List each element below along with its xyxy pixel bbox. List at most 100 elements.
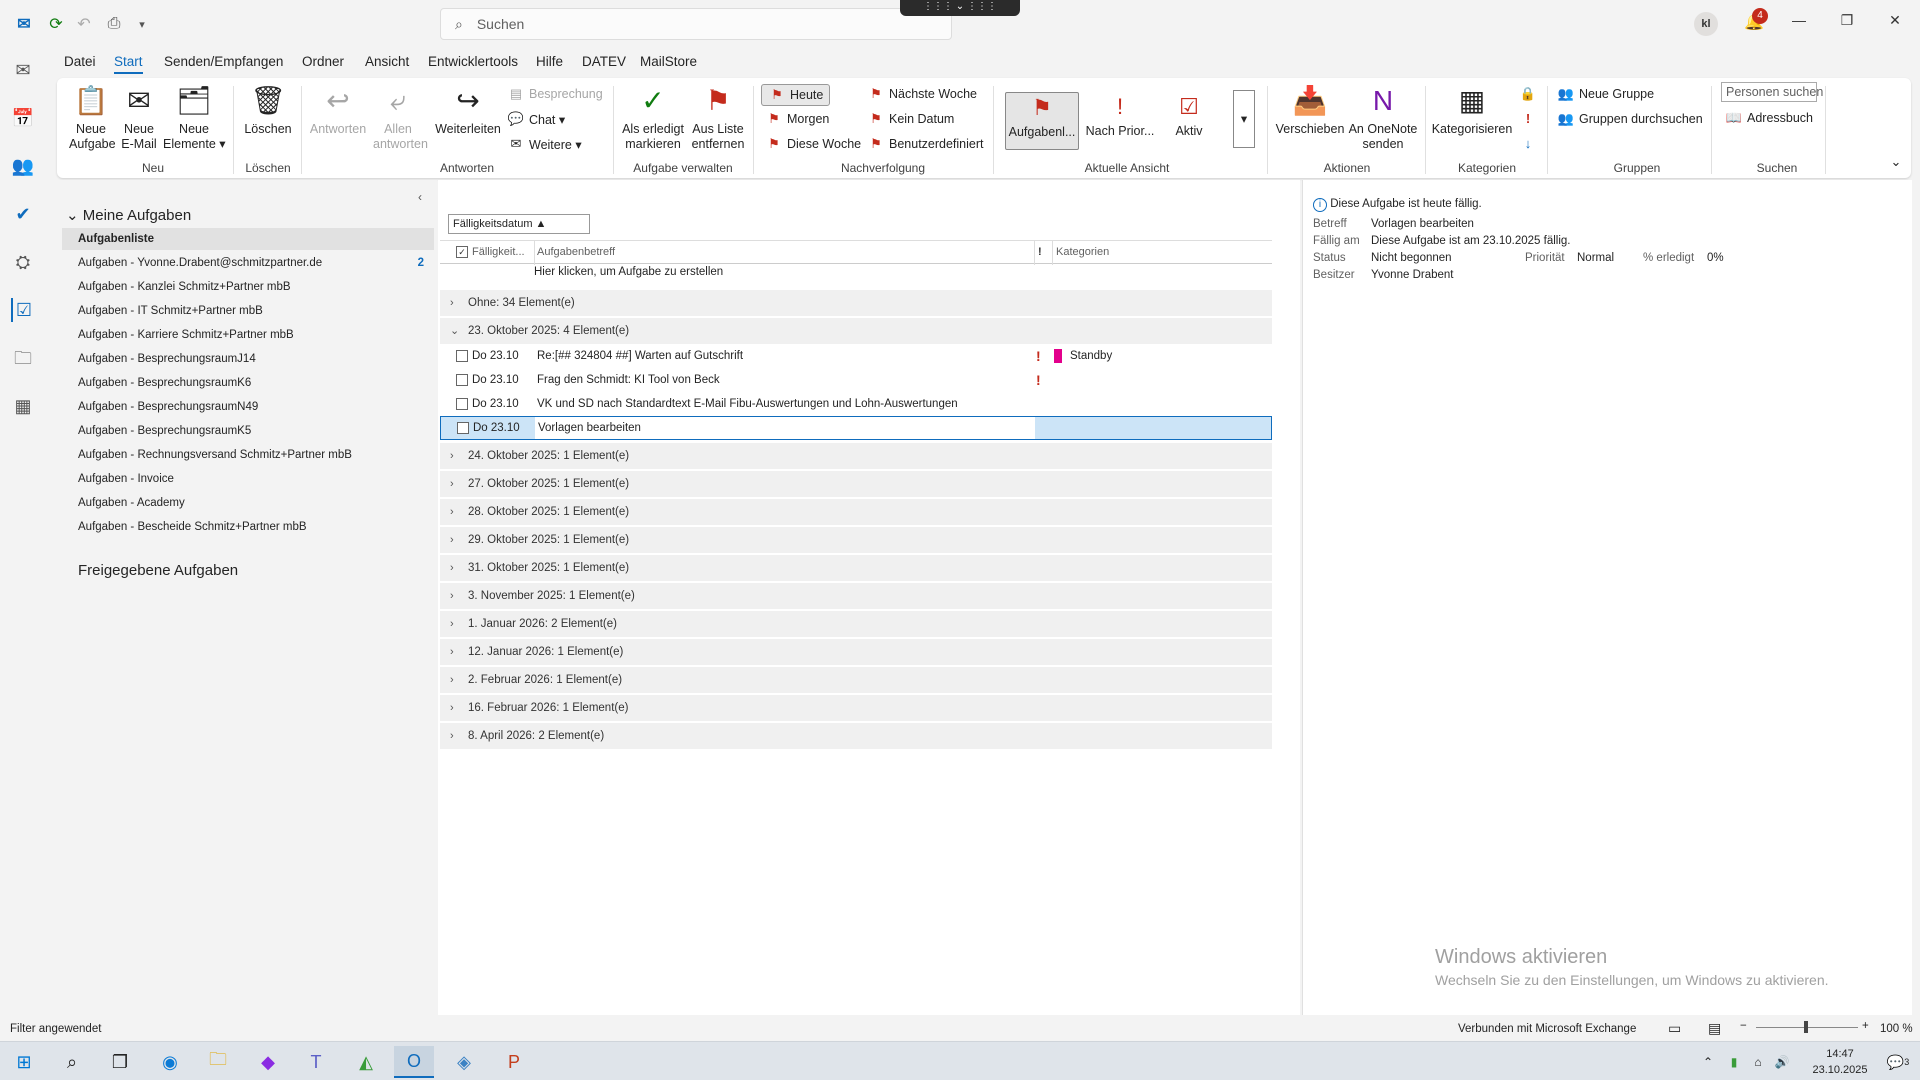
reply-all-button[interactable]: ⤶ Allen antworten [373, 84, 428, 152]
menu-datei[interactable]: Datei [64, 54, 96, 69]
folder-item[interactable]: Aufgaben - Kanzlei Schmitz+Partner mbB [78, 276, 434, 298]
restore-icon[interactable]: ❐ [1832, 12, 1862, 36]
zoom-slider-thumb[interactable] [1804, 1021, 1808, 1033]
tomorrow-flag-button[interactable]: ⚑ Morgen [765, 111, 829, 127]
group-header[interactable]: › 12. Januar 2026: 1 Element(e) [440, 639, 1272, 665]
apps-icon[interactable]: ▦ [11, 394, 35, 418]
people-icon[interactable]: 👥 [11, 154, 35, 178]
edge-icon[interactable]: ◉ [150, 1046, 190, 1078]
file-explorer-icon[interactable]: 🗀 [198, 1046, 238, 1078]
menu-ordner[interactable]: Ordner [302, 54, 344, 69]
new-email-button[interactable]: ✉ Neue E-Mail [119, 84, 159, 152]
powerpoint-icon[interactable]: P [494, 1046, 534, 1078]
table-row-selected[interactable]: Do 23.10 Vorlagen bearbeiten [440, 416, 1272, 440]
folder-item[interactable]: Aufgaben - BesprechungsraumK5 [78, 420, 434, 442]
reply-button[interactable]: ↩ Antworten [307, 84, 369, 137]
group-header[interactable]: › 24. Oktober 2025: 1 Element(e) [440, 443, 1272, 469]
group-header[interactable]: › 28. Oktober 2025: 1 Element(e) [440, 499, 1272, 525]
window-grip-handle[interactable]: ⋮⋮⋮ ⌄ ⋮⋮⋮ [900, 0, 1020, 16]
folder-item[interactable]: Aufgaben - BesprechungsraumK6 [78, 372, 434, 394]
tasks-icon[interactable]: ☑ [11, 298, 35, 322]
more-button[interactable]: ✉ Weitere ▾ [507, 136, 582, 152]
column-due[interactable]: Fälligkeit... [472, 246, 525, 258]
forward-button[interactable]: ↪ Weiterleiten [433, 84, 503, 137]
new-group-button[interactable]: 👥 Neue Gruppe [1557, 86, 1654, 102]
custom-flag-button[interactable]: ⚑ Benutzerdefiniert [867, 136, 983, 152]
zoom-in-icon[interactable]: + [1862, 1020, 1869, 1032]
folder-item[interactable]: Aufgaben - Karriere Schmitz+Partner mbB [78, 324, 434, 346]
todo-icon[interactable]: ✔ [11, 202, 35, 226]
app-icon[interactable]: ◭ [346, 1046, 386, 1078]
table-row[interactable]: Do 23.10 Re:[## 324804 ##] Warten auf Gu… [440, 344, 1272, 368]
menu-entwicklertools[interactable]: Entwicklertools [428, 54, 518, 69]
group-header[interactable]: › 31. Oktober 2025: 1 Element(e) [440, 555, 1272, 581]
search-box[interactable]: ⌕ Suchen [440, 8, 952, 40]
volume-icon[interactable]: 🔊 [1770, 1046, 1794, 1078]
new-task-inline[interactable]: Hier klicken, um Aufgabe zu erstellen [534, 266, 723, 278]
folder-item[interactable]: Aufgabenliste [62, 228, 434, 250]
minimize-icon[interactable]: — [1784, 12, 1814, 36]
table-row[interactable]: Do 23.10 Frag den Schmidt: KI Tool von B… [440, 368, 1272, 392]
app-icon[interactable]: ◈ [444, 1046, 484, 1078]
folder-item[interactable]: Aufgaben - BesprechungsraumJ14 [78, 348, 434, 370]
folder-item[interactable]: Aufgaben - Rechnungsversand Schmitz+Part… [78, 444, 434, 466]
search-people-input[interactable]: Personen suchen [1721, 82, 1823, 102]
folder-item[interactable]: Aufgaben - BesprechungsraumN49 [78, 396, 434, 418]
normal-view-icon[interactable]: ▭ [1668, 1020, 1681, 1037]
chat-button[interactable]: 💬 Chat ▾ [507, 111, 565, 127]
reading-view-icon[interactable]: ▤ [1708, 1020, 1721, 1037]
group-header[interactable]: › 16. Februar 2026: 1 Element(e) [440, 695, 1272, 721]
address-book-button[interactable]: 📖 Adressbuch [1725, 110, 1813, 126]
folder-item[interactable]: Aufgaben - Yvonne.Drabent@schmitzpartner… [78, 252, 434, 274]
sort-by-dropdown[interactable]: Fälligkeitsdatum ▲ [448, 214, 590, 234]
start-icon[interactable]: ⊞ [4, 1046, 44, 1078]
network-icon[interactable]: ⌂ [1746, 1046, 1770, 1078]
collapse-ribbon-button[interactable]: ⌄ [1887, 154, 1909, 170]
folder-item[interactable]: Aufgaben - IT Schmitz+Partner mbB [78, 300, 434, 322]
folder-item[interactable]: Aufgaben - Academy [78, 492, 434, 514]
table-row[interactable]: Do 23.10 VK und SD nach Standardtext E-M… [440, 392, 1272, 416]
group-header[interactable]: ⌄ 23. Oktober 2025: 4 Element(e) [440, 318, 1272, 344]
my-tasks-header[interactable]: ⌄ Meine Aufgaben [66, 206, 191, 224]
battery-icon[interactable]: ▮ [1722, 1046, 1746, 1078]
meeting-button[interactable]: ▤ Besprechung [507, 86, 603, 102]
view-by-priority-button[interactable]: ! Nach Prior... [1083, 94, 1157, 139]
task-view-icon[interactable]: ❐ [100, 1046, 140, 1078]
menu-ansicht[interactable]: Ansicht [365, 54, 409, 69]
teams-icon[interactable]: T [296, 1046, 336, 1078]
group-header[interactable]: › Ohne: 34 Element(e) [440, 290, 1272, 316]
remove-from-list-button[interactable]: ⚑ Aus Liste entfernen [689, 84, 747, 152]
avatar[interactable]: kl [1694, 12, 1718, 36]
group-header[interactable]: › 3. November 2025: 1 Element(e) [440, 583, 1272, 609]
mail-icon[interactable]: ✉ [11, 58, 35, 82]
sync-icon[interactable]: ⟳ [44, 12, 68, 36]
folder-icon[interactable]: 🗀 [11, 346, 35, 370]
customize-toolbar-icon[interactable]: ▾ [130, 12, 154, 36]
menu-datev[interactable]: DATEV [582, 54, 626, 69]
app-icon[interactable]: ◆ [248, 1046, 288, 1078]
tray-expand-icon[interactable]: ⌃ [1696, 1046, 1720, 1078]
high-importance-button[interactable]: ! [1519, 111, 1541, 126]
close-icon[interactable]: ✕ [1880, 12, 1910, 36]
print-icon[interactable]: ⎙ [102, 12, 126, 36]
new-items-button[interactable]: 🗂 Neue Elemente ▾ [163, 84, 226, 152]
view-gallery-expand-button[interactable]: ▾ [1233, 90, 1255, 148]
private-button[interactable]: 🔒 [1519, 86, 1541, 102]
low-importance-button[interactable]: ↓ [1519, 136, 1541, 151]
menu-start[interactable]: Start [114, 54, 143, 74]
task-checkbox[interactable] [456, 374, 468, 386]
new-task-button[interactable]: 📋 Neue Aufgabe [69, 84, 116, 152]
task-checkbox[interactable] [457, 422, 469, 434]
notification-center-icon[interactable]: 💬 3 [1880, 1046, 1916, 1078]
group-header[interactable]: › 29. Oktober 2025: 1 Element(e) [440, 527, 1272, 553]
clock[interactable]: 14:47 23.10.2025 [1800, 1046, 1880, 1078]
group-header[interactable]: › 1. Januar 2026: 2 Element(e) [440, 611, 1272, 637]
zoom-out-icon[interactable]: − [1740, 1020, 1747, 1032]
delete-button[interactable]: 🗑 Löschen [243, 84, 293, 137]
header-checkbox[interactable]: ✓ [456, 246, 468, 258]
group-header[interactable]: › 2. Februar 2026: 1 Element(e) [440, 667, 1272, 693]
column-categories[interactable]: Kategorien [1056, 246, 1109, 258]
mark-complete-button[interactable]: ✓ Als erledigt markieren [619, 84, 687, 152]
group-header[interactable]: › 8. April 2026: 2 Element(e) [440, 723, 1272, 749]
group-header[interactable]: › 27. Oktober 2025: 1 Element(e) [440, 471, 1272, 497]
